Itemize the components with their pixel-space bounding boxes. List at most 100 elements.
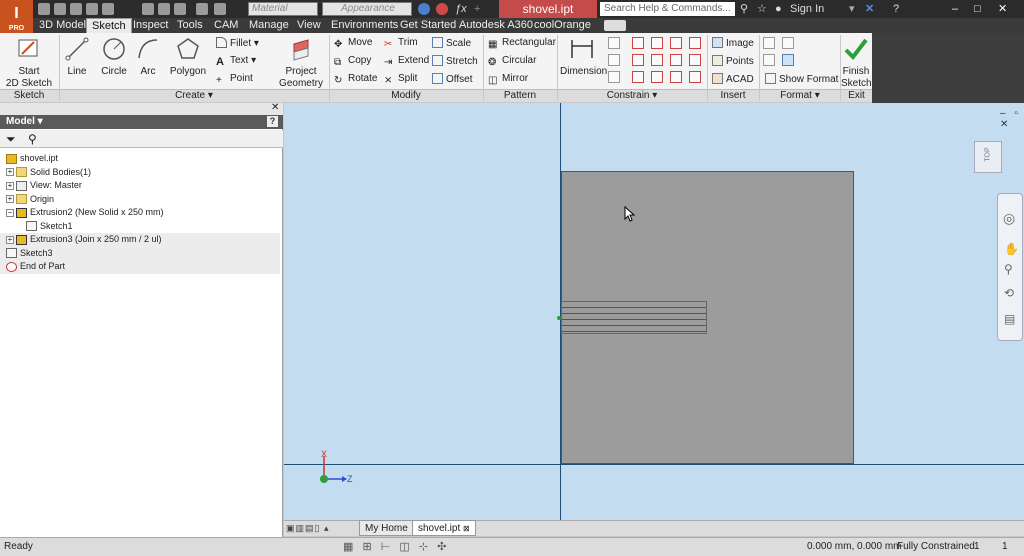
search-input[interactable]: Search Help & Commands... xyxy=(600,2,735,16)
tab-manage[interactable]: Manage xyxy=(249,18,289,33)
circle-button[interactable]: Circle xyxy=(97,36,131,78)
viewport-window-controls[interactable]: – ▫ ✕ xyxy=(1000,108,1024,130)
finish-sketch-button[interactable]: Finish Sketch xyxy=(841,36,872,90)
insert-acad-button[interactable]: ACAD xyxy=(712,73,754,86)
constraint-inference-icon[interactable] xyxy=(608,54,620,66)
appearance-adjust-icon[interactable] xyxy=(418,3,430,15)
orbit-icon[interactable]: ⟲ xyxy=(1004,286,1014,300)
tree-item-extrusion2[interactable]: − Extrusion2 (New Solid x 250 mm) xyxy=(0,206,280,220)
arc-button[interactable]: Arc xyxy=(133,36,163,78)
tab-autodesk-a360[interactable]: Autodesk A360 xyxy=(459,18,533,33)
tree-item-sketch1[interactable]: Sketch1 xyxy=(0,220,280,234)
pan-hand-icon[interactable]: ✋ xyxy=(1004,242,1019,256)
stretch-button[interactable]: Stretch xyxy=(432,55,478,68)
copy-button[interactable]: ⧉ Copy xyxy=(334,55,371,68)
look-at-icon[interactable]: ▤ xyxy=(1004,312,1015,326)
scale-button[interactable]: Scale xyxy=(432,37,471,50)
sign-in-link[interactable]: Sign In xyxy=(790,2,824,16)
minimize-button[interactable]: – xyxy=(952,2,958,16)
collinear-icon[interactable] xyxy=(651,37,663,49)
binoculars-icon[interactable]: ⚲ xyxy=(740,2,748,16)
fillet-button[interactable]: Fillet ▾ xyxy=(216,37,259,50)
equal-icon[interactable] xyxy=(689,71,701,83)
point-button[interactable]: + Point xyxy=(216,73,253,86)
status-tool-icons[interactable]: ▦ ⊞ ⊢ ◫ ⊹ ✣ xyxy=(343,538,449,556)
offset-button[interactable]: Offset xyxy=(432,73,473,86)
tab-3d-model[interactable]: 3D Model xyxy=(39,18,86,33)
horizontal-icon[interactable] xyxy=(670,54,682,66)
open-icon[interactable] xyxy=(54,3,66,15)
window-layout-icons[interactable]: ▣▥▤▯ ▴ xyxy=(286,523,346,534)
tab-get-started[interactable]: Get Started xyxy=(400,18,456,33)
redo-icon[interactable] xyxy=(102,3,114,15)
tree-item-solid-bodies[interactable]: + Solid Bodies(1) xyxy=(0,166,280,180)
auto-dimension-icon[interactable] xyxy=(608,37,620,49)
vertical-icon[interactable] xyxy=(689,54,701,66)
polygon-button[interactable]: Polygon xyxy=(168,36,208,78)
rectangular-pattern-button[interactable]: ▦ Rectangular xyxy=(488,37,556,50)
constraint-settings-icon[interactable] xyxy=(608,71,620,83)
circular-pattern-button[interactable]: ❂ Circular xyxy=(488,55,536,68)
show-format-button[interactable]: Show Format xyxy=(765,73,838,86)
tree-item-origin[interactable]: + Origin xyxy=(0,193,280,207)
tree-item-part[interactable]: shovel.ipt xyxy=(0,152,280,166)
zoom-icon[interactable]: ⚲ xyxy=(1004,262,1013,276)
group-create[interactable]: Create ▾ xyxy=(60,89,328,102)
exchange-icon[interactable]: ✕ xyxy=(865,2,874,16)
maximize-button[interactable]: □ xyxy=(974,2,981,16)
group-format[interactable]: Format ▾ xyxy=(760,89,840,102)
appearance-combo[interactable]: Appearance xyxy=(322,2,412,16)
find-icon[interactable]: ⚲ xyxy=(28,132,37,146)
tab-view[interactable]: View xyxy=(297,18,321,33)
collapse-icon[interactable]: − xyxy=(6,208,14,217)
extend-button[interactable]: ⇥ Extend xyxy=(384,55,429,68)
tree-item-sketch3[interactable]: Sketch3 xyxy=(0,246,280,260)
perpendicular-icon[interactable] xyxy=(651,54,663,66)
symmetric-icon[interactable] xyxy=(670,71,682,83)
plus-icon[interactable]: + xyxy=(474,2,480,16)
clear-appearance-icon[interactable] xyxy=(436,3,448,15)
tab-cam[interactable]: CAM xyxy=(214,18,238,33)
pan-icon[interactable] xyxy=(196,3,208,15)
expand-icon[interactable]: + xyxy=(6,235,14,244)
undo-icon[interactable] xyxy=(86,3,98,15)
tree-item-view-master[interactable]: + View: Master xyxy=(0,179,280,193)
construction-icon[interactable] xyxy=(763,37,775,49)
smooth-icon[interactable] xyxy=(651,71,663,83)
tab-options-icon[interactable] xyxy=(604,20,626,31)
color-override-icon[interactable] xyxy=(214,3,226,15)
home-icon[interactable] xyxy=(142,3,154,15)
tab-sketch[interactable]: Sketch xyxy=(86,18,132,33)
expand-icon[interactable]: + xyxy=(6,195,14,204)
browser-close-icon[interactable]: ✕ xyxy=(271,102,279,113)
tab-my-home[interactable]: My Home xyxy=(359,520,414,536)
fx-icon[interactable]: ƒx xyxy=(455,2,467,16)
parallel-icon[interactable] xyxy=(632,54,644,66)
tangent-icon[interactable] xyxy=(632,71,644,83)
new-icon[interactable] xyxy=(38,3,50,15)
steering-wheel-icon[interactable]: ◎ xyxy=(1003,210,1015,227)
dropdown-arrow-icon[interactable]: ▾ xyxy=(849,2,855,16)
select-icon[interactable] xyxy=(174,3,186,15)
move-button[interactable]: ✥ Move xyxy=(334,37,372,50)
insert-points-button[interactable]: Points xyxy=(712,55,754,68)
tab-shovel-ipt[interactable]: shovel.ipt ⊠ xyxy=(412,520,476,536)
fix-icon[interactable] xyxy=(689,37,701,49)
line-button[interactable]: Line xyxy=(62,36,92,78)
origin-point[interactable] xyxy=(557,316,561,320)
centerline-icon[interactable] xyxy=(782,37,794,49)
tree-item-end-of-part[interactable]: End of Part xyxy=(0,260,280,274)
tab-close-icon[interactable]: ⊠ xyxy=(463,524,470,533)
application-menu-button[interactable]: I PRO xyxy=(0,0,33,34)
project-geometry-button[interactable]: Project Geometry xyxy=(277,36,325,90)
group-constrain[interactable]: Constrain ▾ xyxy=(558,89,706,102)
coincident-icon[interactable] xyxy=(632,37,644,49)
tab-environments[interactable]: Environments xyxy=(331,18,398,33)
tab-inspect[interactable]: Inspect xyxy=(133,18,168,33)
viewcube[interactable]: TOP xyxy=(974,141,1002,173)
trim-button[interactable]: ✂ Trim xyxy=(384,37,418,50)
expand-icon[interactable]: + xyxy=(6,168,14,177)
text-button[interactable]: A Text ▾ xyxy=(216,55,256,68)
help-icon[interactable]: ? xyxy=(893,2,899,16)
dimension-button[interactable]: Dimension xyxy=(560,36,607,78)
